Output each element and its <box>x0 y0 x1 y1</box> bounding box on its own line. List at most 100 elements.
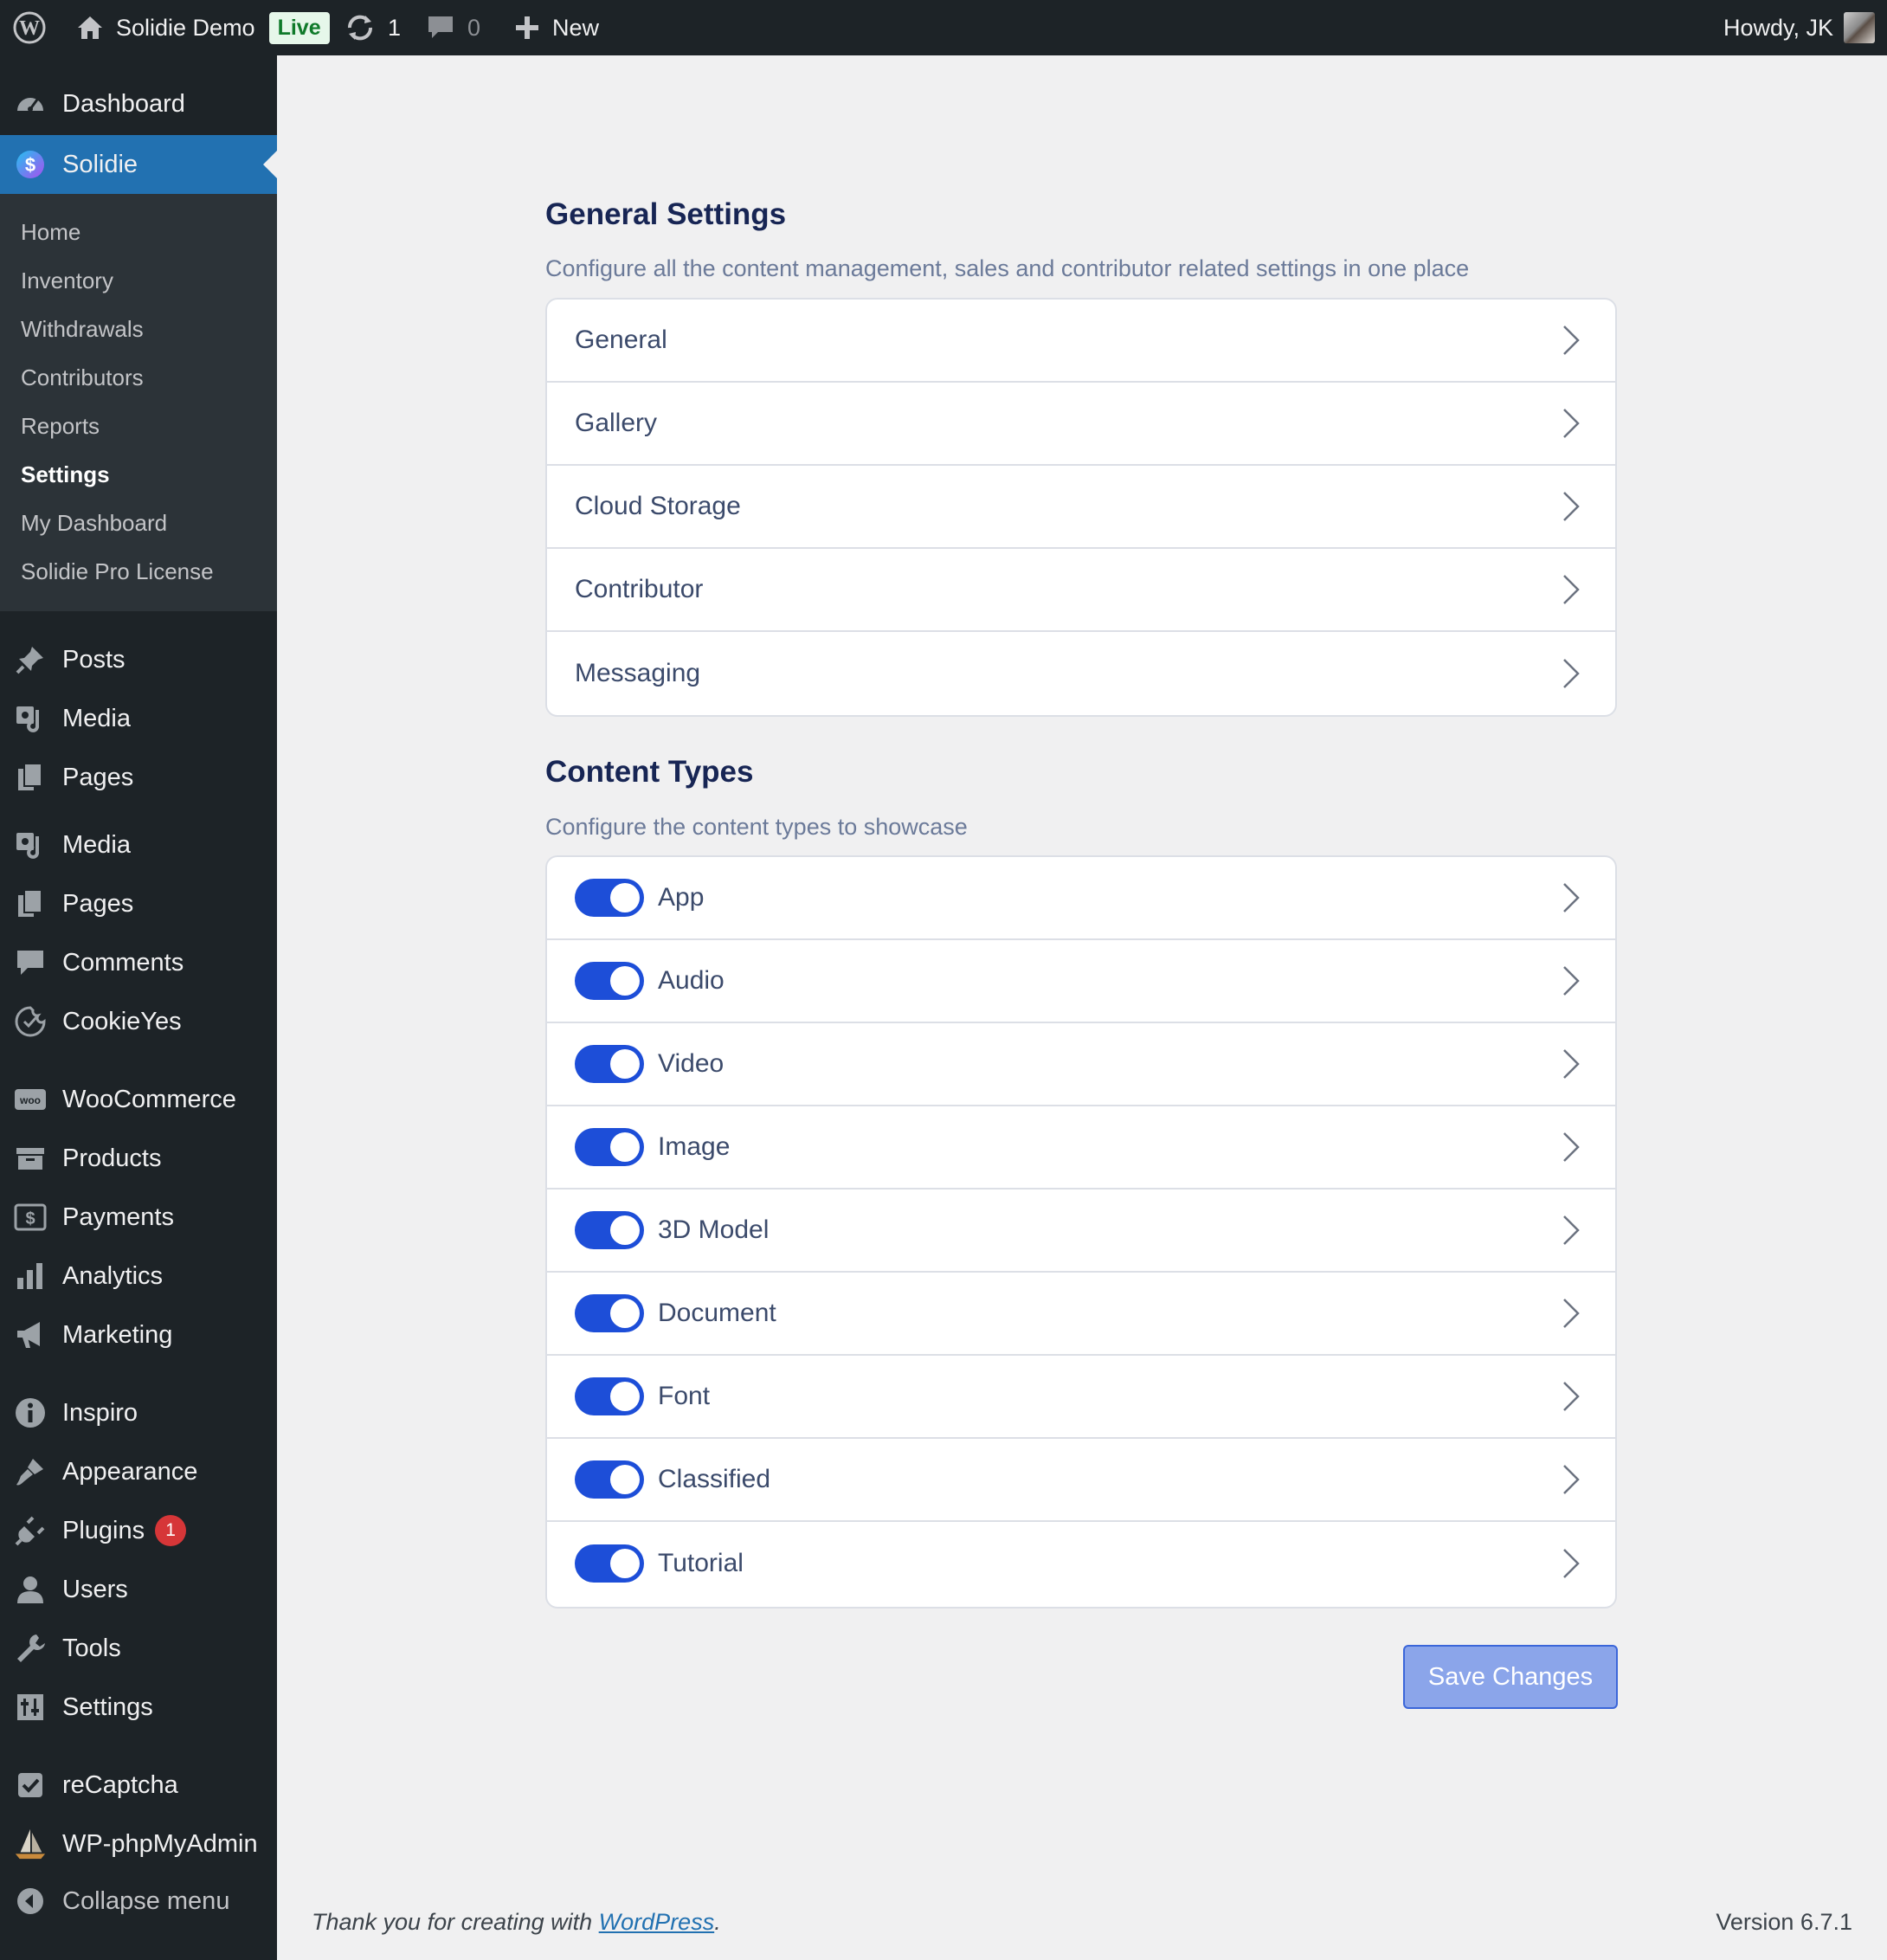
menu-products[interactable]: Products <box>0 1129 277 1188</box>
content-type-row-image[interactable]: Image <box>547 1106 1615 1190</box>
row-label: General <box>575 326 667 354</box>
menu-tools[interactable]: Tools <box>0 1619 277 1678</box>
comment-icon <box>14 946 47 979</box>
solidie-submenu: Home Inventory Withdrawals Contributors … <box>0 194 277 611</box>
submenu-contributors[interactable]: Contributors <box>21 353 144 402</box>
chevron-right-icon <box>1563 659 1580 688</box>
toggle-switch[interactable] <box>575 1544 644 1583</box>
content-type-row-classified[interactable]: Classified <box>547 1439 1615 1522</box>
settings-row-gallery[interactable]: Gallery <box>547 383 1615 466</box>
toggle-switch[interactable] <box>575 1460 644 1499</box>
content-type-row-audio[interactable]: Audio <box>547 940 1615 1023</box>
menu-posts[interactable]: Posts <box>0 630 277 689</box>
collapse-menu-button[interactable]: Collapse menu <box>0 1872 277 1931</box>
settings-row-contributor[interactable]: Contributor <box>547 549 1615 632</box>
menu-label: Settings <box>62 1692 153 1721</box>
row-label: Font <box>658 1382 711 1410</box>
pages-icon <box>14 761 47 794</box>
menu-label: Users <box>62 1575 128 1603</box>
updates-link[interactable]: 1 <box>345 0 401 55</box>
submenu-settings[interactable]: Settings <box>21 450 110 499</box>
submenu-inventory[interactable]: Inventory <box>21 256 113 305</box>
menu-pages-2[interactable]: Pages <box>0 874 277 933</box>
toggle-switch[interactable] <box>575 1128 644 1166</box>
menu-dashboard[interactable]: Dashboard <box>0 74 277 133</box>
menu-users[interactable]: Users <box>0 1560 277 1619</box>
content-type-row-video[interactable]: Video <box>547 1023 1615 1106</box>
content-type-row-tutorial[interactable]: Tutorial <box>547 1522 1615 1605</box>
submenu-my-dashboard[interactable]: My Dashboard <box>21 499 167 547</box>
new-content-link[interactable]: New <box>514 0 599 55</box>
menu-marketing[interactable]: Marketing <box>0 1306 277 1364</box>
settings-row-messaging[interactable]: Messaging <box>547 632 1615 715</box>
admin-bar: W Solidie Demo Live 1 0 New Howdy, JK <box>0 0 1887 55</box>
row-label: Video <box>658 1049 725 1078</box>
menu-cookieyes[interactable]: CookieYes <box>0 992 277 1051</box>
footer-thanks-text: Thank you for creating with <box>312 1909 599 1935</box>
settings-row-general[interactable]: General <box>547 300 1615 383</box>
pin-icon <box>14 643 47 676</box>
menu-pages[interactable]: Pages <box>0 748 277 807</box>
menu-settings[interactable]: Settings <box>0 1678 277 1737</box>
submenu-withdrawals[interactable]: Withdrawals <box>21 305 144 353</box>
dollar-icon: $ <box>14 1201 47 1234</box>
settings-row-cloud-storage[interactable]: Cloud Storage <box>547 466 1615 549</box>
plus-icon <box>514 15 540 41</box>
submenu-pro-license[interactable]: Solidie Pro License <box>21 547 214 596</box>
menu-inspiro[interactable]: Inspiro <box>0 1383 277 1442</box>
menu-woocommerce[interactable]: woo WooCommerce <box>0 1070 277 1129</box>
footer-period: . <box>714 1909 721 1935</box>
site-name-link[interactable]: Solidie Demo Live <box>74 0 330 55</box>
admin-sidebar: Dashboard $ Solidie Home Inventory Withd… <box>0 55 277 1960</box>
content-type-row-font[interactable]: Font <box>547 1356 1615 1439</box>
wordpress-link[interactable]: WordPress <box>599 1909 715 1935</box>
toggle-switch[interactable] <box>575 1045 644 1083</box>
menu-recaptcha[interactable]: reCaptcha <box>0 1756 277 1815</box>
toggle-switch[interactable] <box>575 1294 644 1332</box>
save-changes-button[interactable]: Save Changes <box>1403 1645 1618 1709</box>
row-label: Image <box>658 1132 731 1161</box>
new-label: New <box>552 14 600 41</box>
updates-count: 1 <box>388 14 402 41</box>
content-type-row-app[interactable]: App <box>547 857 1615 940</box>
row-label: Document <box>658 1299 776 1327</box>
comments-link[interactable]: 0 <box>426 0 480 55</box>
pages-icon <box>14 887 47 920</box>
menu-appearance[interactable]: Appearance <box>0 1442 277 1501</box>
menu-label: reCaptcha <box>62 1770 178 1799</box>
my-account-link[interactable]: Howdy, JK <box>1723 0 1875 55</box>
toggle-switch[interactable] <box>575 879 644 917</box>
menu-label: Media <box>62 830 131 859</box>
menu-analytics[interactable]: Analytics <box>0 1247 277 1306</box>
submenu-home[interactable]: Home <box>21 208 81 256</box>
menu-solidie[interactable]: $ Solidie <box>0 135 277 194</box>
plug-icon <box>14 1514 47 1547</box>
content-type-row-3d-model[interactable]: 3D Model <box>547 1190 1615 1273</box>
row-label: App <box>658 883 705 912</box>
menu-comments[interactable]: Comments <box>0 933 277 992</box>
gauge-icon <box>14 87 47 120</box>
menu-payments[interactable]: $ Payments <box>0 1188 277 1247</box>
media-icon <box>14 702 47 735</box>
toggle-switch[interactable] <box>575 1211 644 1249</box>
general-settings-description: Configure all the content management, sa… <box>545 255 1470 281</box>
howdy-text: Howdy, JK <box>1723 14 1833 41</box>
menu-plugins[interactable]: Plugins 1 <box>0 1501 277 1560</box>
menu-label: Solidie <box>62 150 138 178</box>
wordpress-logo-icon[interactable]: W <box>12 0 47 55</box>
toggle-switch[interactable] <box>575 1377 644 1415</box>
content-type-row-document[interactable]: Document <box>547 1273 1615 1356</box>
comment-bubble-icon <box>426 13 455 42</box>
toggle-switch[interactable] <box>575 962 644 1000</box>
menu-wp-phpmyadmin[interactable]: WP-phpMyAdmin <box>0 1815 277 1873</box>
menu-media-2[interactable]: Media <box>0 816 277 874</box>
general-settings-card: General Gallery Cloud Storage Contributo… <box>545 298 1617 717</box>
submenu-reports[interactable]: Reports <box>21 402 100 450</box>
user-icon <box>14 1573 47 1606</box>
live-badge: Live <box>268 11 330 44</box>
home-icon <box>74 12 106 43</box>
chevron-right-icon <box>1563 883 1580 912</box>
comments-count: 0 <box>467 14 481 41</box>
chevron-right-icon <box>1563 1465 1580 1494</box>
menu-media[interactable]: Media <box>0 689 277 748</box>
